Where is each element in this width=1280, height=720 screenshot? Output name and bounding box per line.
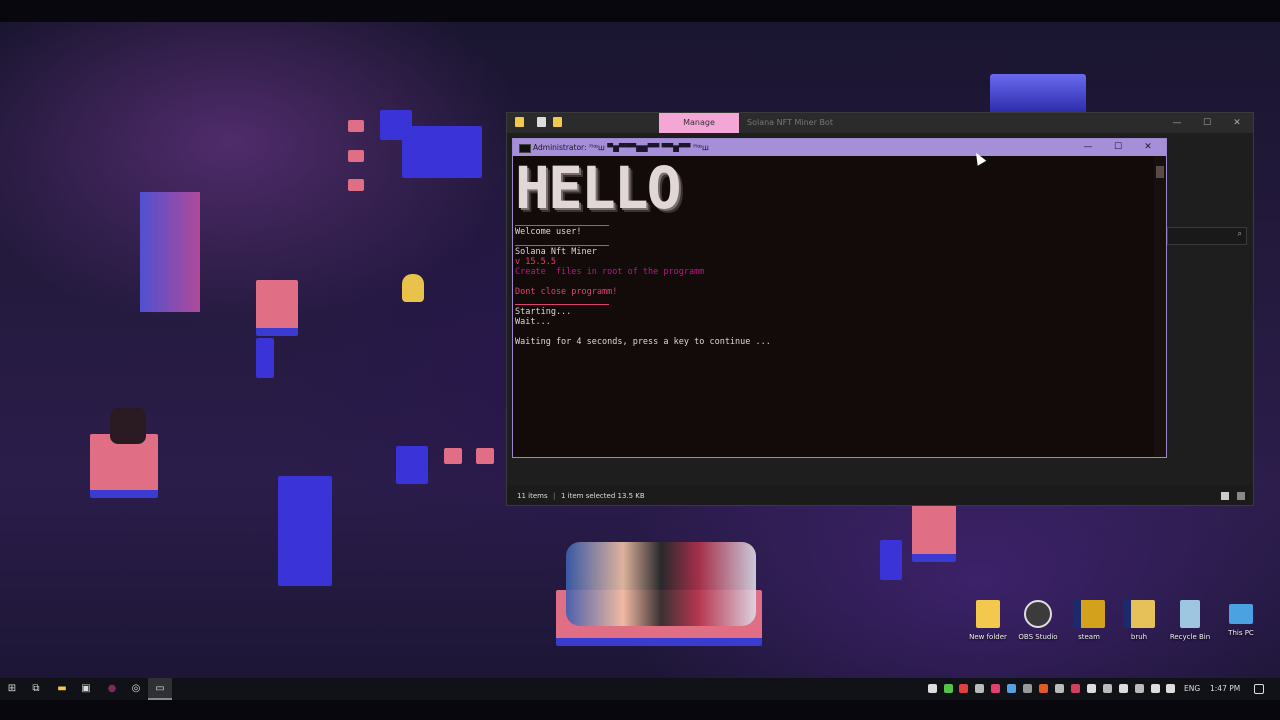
desktop-icon-this-pc[interactable]: This PC [1216, 600, 1266, 637]
character-sprite [110, 408, 146, 444]
search-input[interactable]: ⌕ [1167, 227, 1247, 245]
desktop-icon-label: This PC [1228, 629, 1254, 637]
taskbar: ⊞ ⧉ ▬ ▣ ● ◎ ▭ ENG 1:47 PM [0, 678, 1280, 700]
wallpaper-pillar [396, 446, 428, 484]
tray-app-icon[interactable] [1071, 684, 1080, 693]
close-button[interactable]: ✕ [1225, 113, 1249, 133]
explorer-titlebar[interactable]: Manage Solana NFT Miner Bot — ☐ ✕ [507, 113, 1253, 133]
microphone-icon[interactable] [1119, 684, 1128, 693]
explorer-statusbar: 11 items | 1 item selected 13.5 KB [507, 487, 1253, 505]
search-icon: ⌕ [1237, 229, 1242, 238]
dont-close-warning: Dont close programm! [515, 287, 618, 297]
wallpaper-tile [348, 120, 364, 132]
recycle-bin-icon [1180, 600, 1200, 628]
status-divider: | [553, 492, 556, 500]
language-indicator[interactable]: ENG [1184, 678, 1200, 700]
cmd-scrollbar[interactable] [1154, 156, 1166, 457]
character-sprite [402, 274, 424, 302]
wallpaper-tile [444, 448, 462, 464]
file-icon [1123, 600, 1155, 628]
folder-icon [976, 600, 1000, 628]
desktop-icon-label: New folder [969, 633, 1007, 641]
hello-banner: HELLO [515, 154, 682, 222]
app-taskbar-icon[interactable]: ● [100, 678, 124, 700]
wallpaper-crystal-cluster [140, 192, 200, 312]
desktop-icon-label: steam [1078, 633, 1100, 641]
desktop-icon-new-folder[interactable]: New folder [963, 600, 1013, 641]
separator-line [515, 245, 609, 246]
wallpaper-pillar [278, 476, 332, 586]
version-text: v 15.5.5 [515, 257, 556, 267]
tray-app-icon[interactable] [1007, 684, 1016, 693]
task-view-icon[interactable]: ⧉ [24, 678, 48, 700]
cmd-minimize-button[interactable]: — [1073, 139, 1103, 156]
desktop-icon-label: OBS Studio [1018, 633, 1058, 641]
tray-app-icon[interactable] [1023, 684, 1032, 693]
tray-app-icon[interactable] [1087, 684, 1096, 693]
new-folder-icon[interactable] [553, 117, 562, 127]
wallpaper-tile [476, 448, 494, 464]
wallpaper-tile [348, 150, 364, 162]
create-files-text: Create files in root of the programm [515, 267, 705, 277]
tray-app-icon[interactable] [959, 684, 968, 693]
console-output[interactable]: HELLO Welcome user! Solana Nft Miner v 1… [513, 156, 1153, 457]
discord-tray-icon[interactable] [928, 684, 937, 693]
network-icon[interactable] [1151, 684, 1160, 693]
notification-center-icon[interactable] [1254, 684, 1264, 694]
windows-start-icon[interactable]: ⊞ [0, 678, 24, 700]
tray-app-icon[interactable] [991, 684, 1000, 693]
desktop-icon-steam[interactable]: steam [1064, 600, 1114, 641]
desktop-icon-recycle-bin[interactable]: Recycle Bin [1165, 600, 1215, 641]
app-name-text: Solana Nft Miner [515, 247, 597, 257]
desktop-icon-label: bruh [1130, 633, 1148, 641]
minimize-button[interactable]: — [1165, 113, 1189, 133]
computer-icon [1229, 604, 1253, 624]
clock[interactable]: 1:47 PM [1210, 678, 1240, 700]
wallpaper-pillar [256, 338, 274, 378]
cmd-close-button[interactable]: ✕ [1133, 139, 1163, 156]
wallpaper-pillar [402, 126, 482, 178]
wallpaper-crystal-cluster [990, 74, 1086, 114]
properties-icon[interactable] [537, 117, 546, 127]
tray-app-icon[interactable] [975, 684, 984, 693]
desktop-icon-label: Recycle Bin [1169, 633, 1211, 641]
status-item-count: 11 items [517, 492, 548, 500]
wallpaper-platform [256, 280, 298, 336]
store-taskbar-icon[interactable]: ▣ [74, 678, 98, 700]
tab-manage[interactable]: Manage [659, 113, 739, 133]
cmd-maximize-button[interactable]: ☐ [1103, 139, 1133, 156]
separator-line [515, 225, 609, 226]
file-explorer-taskbar-icon[interactable]: ▬ [50, 678, 74, 700]
obs-icon [1024, 600, 1052, 628]
battery-icon[interactable] [1135, 684, 1144, 693]
details-view-icon[interactable] [1221, 492, 1229, 500]
tray-app-icon[interactable] [1039, 684, 1048, 693]
maximize-button[interactable]: ☐ [1195, 113, 1219, 133]
character-group-sprite [566, 542, 756, 626]
steam-icon [1073, 600, 1105, 628]
desktop-icon-obs-studio[interactable]: OBS Studio [1013, 600, 1063, 641]
welcome-text: Welcome user! [515, 227, 582, 237]
obs-taskbar-icon[interactable]: ◎ [124, 678, 148, 700]
tray-app-icon[interactable] [1103, 684, 1112, 693]
wait-text: Wait... [515, 317, 551, 327]
explorer-title: Solana NFT Miner Bot [747, 118, 833, 127]
cmd-icon [519, 144, 531, 153]
tray-app-icon[interactable] [944, 684, 953, 693]
scrollbar-thumb[interactable] [1156, 166, 1164, 178]
wallpaper-pillar [880, 540, 902, 580]
desktop-icon-bruh[interactable]: bruh [1114, 600, 1164, 641]
folder-icon [515, 117, 524, 127]
wallpaper-platform [912, 504, 956, 562]
status-selection: 1 item selected 13.5 KB [561, 492, 645, 500]
large-icons-view-icon[interactable] [1237, 492, 1245, 500]
starting-text: Starting... [515, 307, 572, 317]
steam-tray-icon[interactable] [1055, 684, 1064, 693]
cmd-taskbar-icon[interactable]: ▭ [148, 678, 172, 700]
separator-line [515, 304, 609, 305]
volume-icon[interactable] [1166, 684, 1175, 693]
waiting-countdown-text: Waiting for 4 seconds, press a key to co… [515, 337, 771, 347]
wallpaper-tile [348, 179, 364, 191]
command-prompt-window[interactable]: Administrator: ꟸꟹꟺ ▀▆▀▀▀▆▆▀▀ ▀▀▆▀▀ ꟸꟹꟺ —… [512, 138, 1167, 458]
